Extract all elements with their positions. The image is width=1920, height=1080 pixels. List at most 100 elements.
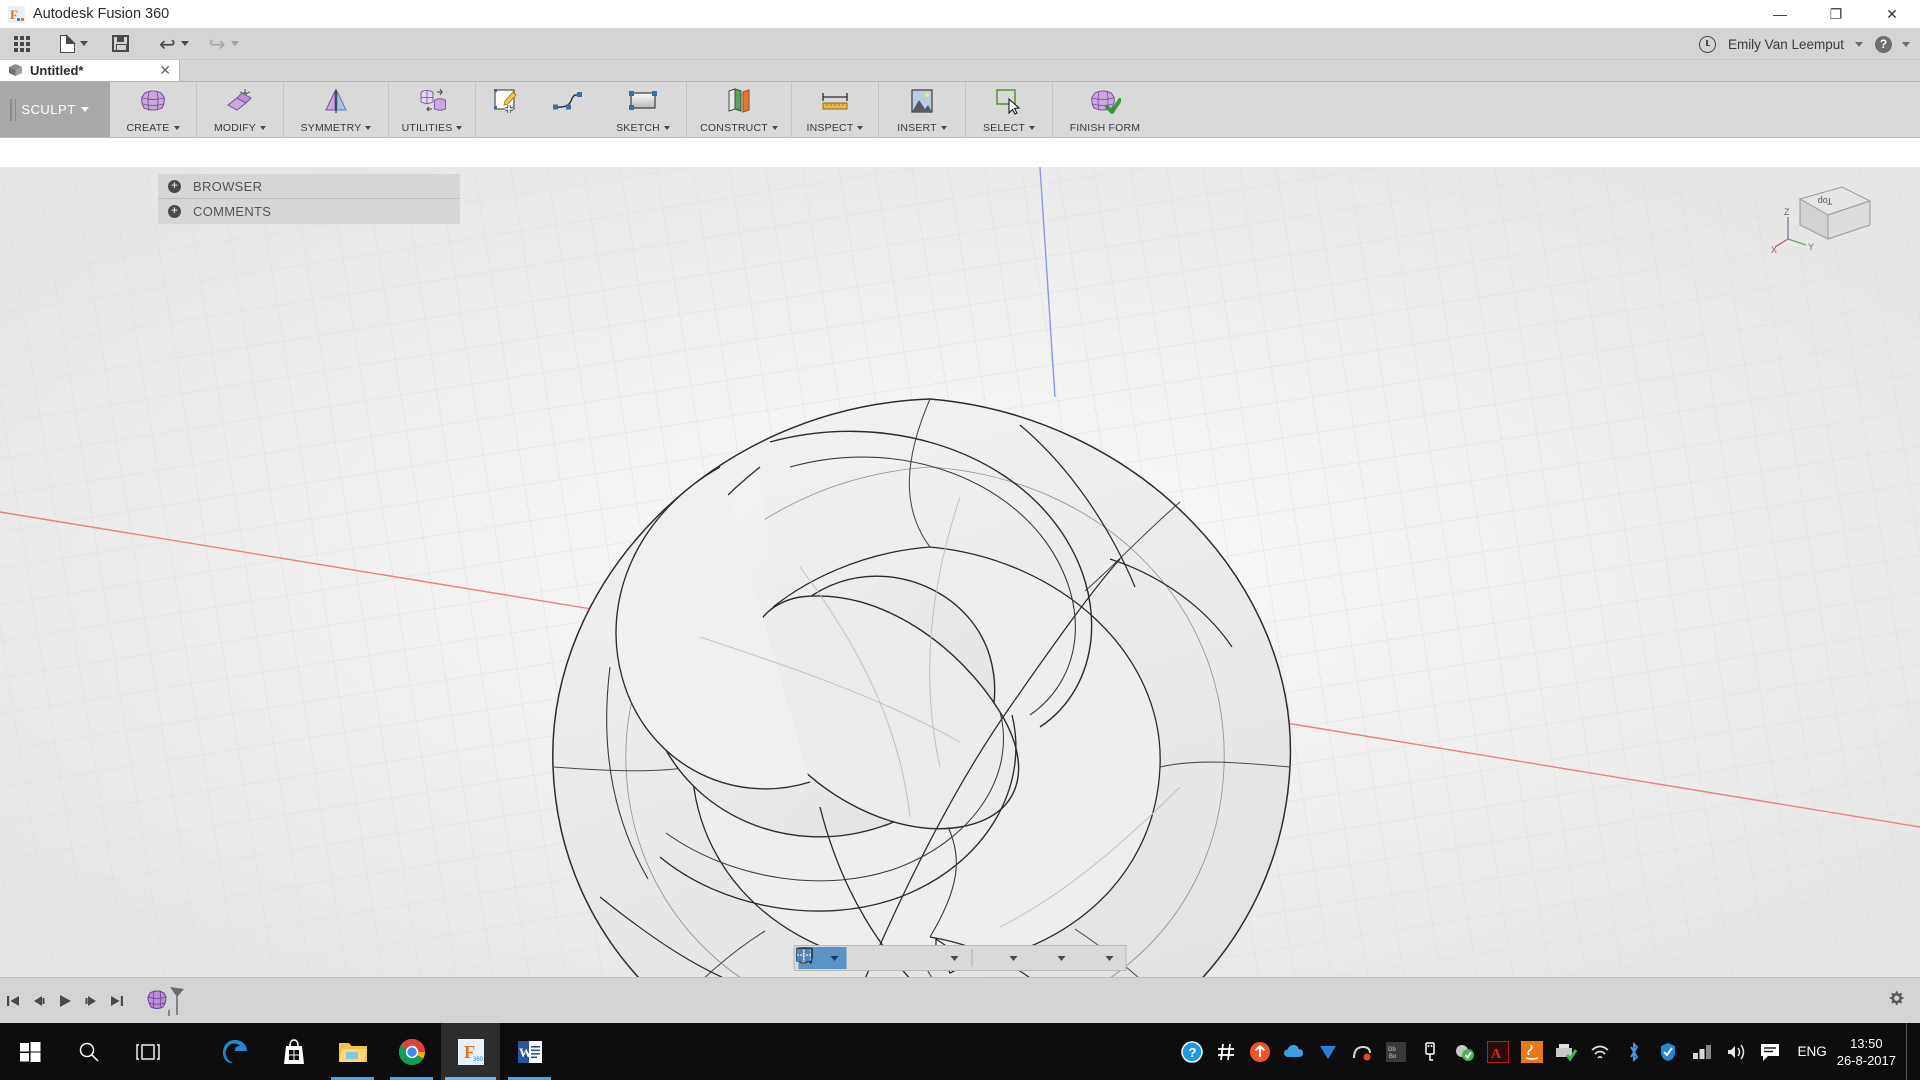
- nav-grid-snaps-dropdown[interactable]: [1050, 947, 1074, 969]
- help-blue-icon[interactable]: ?: [1179, 1039, 1205, 1065]
- viewport-canvas[interactable]: Top Z X Y: [0, 167, 1920, 977]
- rounded-box-icon: [138, 87, 168, 115]
- action-center-icon[interactable]: [1757, 1039, 1783, 1065]
- wifi-signal-icon[interactable]: [1587, 1039, 1613, 1065]
- nav-grid-snaps-button[interactable]: [796, 947, 1050, 969]
- timeline-settings-button[interactable]: [1886, 988, 1906, 1013]
- svg-text:Db: Db: [1388, 1047, 1396, 1053]
- blue-triangle-icon[interactable]: [1315, 1039, 1341, 1065]
- viewport-scene: [0, 167, 1920, 977]
- view-cube[interactable]: Top Z X Y: [1770, 177, 1880, 257]
- close-button[interactable]: ✕: [1864, 0, 1920, 28]
- comments-panel-label: COMMENTS: [193, 204, 272, 219]
- timeline-go-to-beginning-button[interactable]: [0, 984, 26, 1018]
- task-view-button[interactable]: [118, 1023, 177, 1080]
- browser-panel-row-browser[interactable]: + BROWSER: [158, 174, 460, 199]
- ribbon-label-finish-form: FINISH FORM: [1069, 122, 1141, 134]
- maximize-button[interactable]: ❐: [1808, 0, 1864, 28]
- nav-zoom-window-dropdown[interactable]: [943, 947, 967, 969]
- taskbar-app-word[interactable]: W: [500, 1023, 559, 1080]
- taskbar-clock[interactable]: 13:50 26-8-2017: [1837, 1035, 1896, 1069]
- app-grid-icon: [14, 35, 30, 52]
- ribbon-item-create[interactable]: CREATE: [110, 82, 196, 137]
- ribbon-item-construct[interactable]: CONSTRUCT: [687, 82, 791, 137]
- timeline-step-forward-button[interactable]: [78, 984, 104, 1018]
- sync-check-icon[interactable]: [1451, 1039, 1477, 1065]
- taskbar-app-edge[interactable]: [205, 1023, 264, 1080]
- user-menu[interactable]: Emily Van Leemput: [1728, 37, 1863, 52]
- taskbar-app-fusion360[interactable]: F 360: [441, 1023, 500, 1080]
- close-icon[interactable]: ✕: [159, 62, 171, 79]
- view-cube-top-label: Top: [1818, 196, 1833, 206]
- browser-panel-row-comments[interactable]: + COMMENTS: [158, 199, 460, 224]
- ribbon-label-construct: CONSTRUCT: [700, 122, 778, 134]
- bluetooth-icon[interactable]: [1621, 1039, 1647, 1065]
- printer-check-icon[interactable]: [1553, 1039, 1579, 1065]
- onedrive-icon[interactable]: [1281, 1039, 1307, 1065]
- shield-icon[interactable]: [1655, 1039, 1681, 1065]
- show-desktop-button[interactable]: [1906, 1023, 1914, 1080]
- save-icon: [112, 35, 129, 52]
- chevron-down-icon: [1902, 41, 1910, 47]
- ribbon-label-select: SELECT: [983, 122, 1036, 134]
- symmetry-group: SYMMETRY: [284, 82, 389, 137]
- app-grid-button[interactable]: [0, 28, 36, 60]
- speaker-icon[interactable]: [1723, 1039, 1749, 1065]
- clock-history-icon[interactable]: [1698, 35, 1716, 53]
- minimize-button[interactable]: —: [1752, 0, 1808, 28]
- ribbon-item-symmetry[interactable]: SYMMETRY: [284, 82, 388, 137]
- new-document-button[interactable]: [54, 28, 94, 60]
- nav-zoom-window-button[interactable]: [796, 947, 943, 969]
- planes-icon: [724, 87, 754, 115]
- nav-display-settings-dropdown[interactable]: [1002, 947, 1026, 969]
- ribbon-item-utilities[interactable]: UTILITIES: [389, 82, 475, 137]
- nav-pan-button[interactable]: [796, 947, 895, 969]
- taskbar-app-file-explorer[interactable]: [323, 1023, 382, 1080]
- save-button[interactable]: [106, 28, 135, 60]
- plus-circle-icon[interactable]: +: [168, 179, 181, 193]
- redo-button[interactable]: ↪: [203, 28, 245, 60]
- modify-group: MODIFY: [197, 82, 284, 137]
- nav-display-settings-button[interactable]: [795, 947, 1002, 969]
- plus-circle-icon[interactable]: +: [168, 205, 181, 218]
- ribbon-item-insert[interactable]: INSERT: [879, 82, 965, 137]
- nav-zoom-button[interactable]: ±: [796, 947, 919, 969]
- nav-orbit-dropdown[interactable]: [822, 947, 847, 969]
- upload-arrow-icon[interactable]: [1247, 1039, 1273, 1065]
- hashtag-icon[interactable]: [1213, 1039, 1239, 1065]
- help-menu[interactable]: ?: [1875, 35, 1910, 53]
- timeline-go-to-end-button[interactable]: [104, 984, 130, 1018]
- ribbon-item-spline[interactable]: [538, 82, 600, 137]
- ribbon-item-select[interactable]: SELECT: [966, 82, 1052, 137]
- workspace-switcher[interactable]: SCULPT: [0, 82, 110, 137]
- start-button[interactable]: [0, 1023, 59, 1080]
- undo-button[interactable]: ↩: [153, 28, 195, 60]
- nav-viewports-button[interactable]: [796, 947, 1098, 969]
- java-icon[interactable]: [1519, 1039, 1545, 1065]
- ribbon-item-finish-form[interactable]: FINISH FORM: [1053, 82, 1157, 137]
- taskbar-app-store[interactable]: [264, 1023, 323, 1080]
- svg-text:360: 360: [473, 1057, 484, 1063]
- nav-look-at-button[interactable]: [796, 947, 871, 969]
- network-icon[interactable]: [1689, 1039, 1715, 1065]
- acrobat-icon[interactable]: A: [1485, 1039, 1511, 1065]
- timeline-step-back-button[interactable]: [26, 984, 52, 1018]
- taskbar-app-chrome[interactable]: [382, 1023, 441, 1080]
- ribbon-item-create-sketch[interactable]: [476, 82, 538, 137]
- document-tab-bar: Untitled* ✕: [0, 59, 1920, 82]
- search-button[interactable]: [59, 1023, 118, 1080]
- dropbox-dark-icon[interactable]: Db Bo: [1383, 1039, 1409, 1065]
- ribbon-item-sketch[interactable]: SKETCH: [600, 82, 686, 137]
- timeline-feature-marker[interactable]: [146, 983, 190, 1019]
- timeline-play-button[interactable]: [52, 984, 78, 1018]
- chrome-icon: [398, 1038, 425, 1065]
- language-indicator[interactable]: ENG: [1797, 1044, 1826, 1059]
- document-tab-untitled[interactable]: Untitled* ✕: [0, 59, 180, 81]
- ribbon-item-modify[interactable]: MODIFY: [197, 82, 283, 137]
- cube-icon: [8, 63, 23, 77]
- nav-viewports-dropdown[interactable]: [1098, 947, 1122, 969]
- ribbon-label-insert: INSERT: [897, 122, 947, 134]
- vpn-icon[interactable]: [1349, 1039, 1375, 1065]
- usb-icon[interactable]: [1417, 1039, 1443, 1065]
- ribbon-item-inspect[interactable]: INSPECT: [792, 82, 878, 137]
